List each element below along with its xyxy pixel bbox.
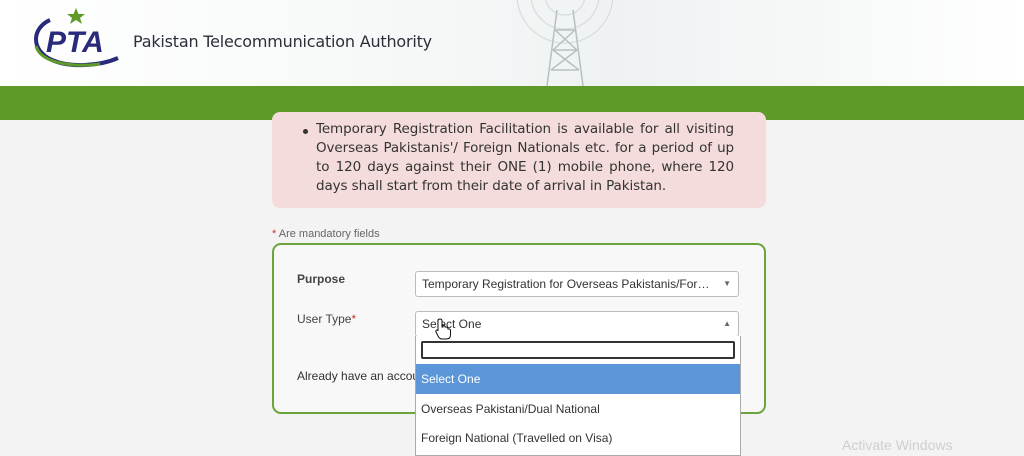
- notice-box: Temporary Registration Facilitation is a…: [272, 112, 766, 208]
- user-type-dropdown: Select One Overseas Pakistani/Dual Natio…: [415, 336, 741, 456]
- purpose-select[interactable]: Temporary Registration for Overseas Paki…: [415, 271, 739, 297]
- hand-pointer-icon: [435, 318, 451, 340]
- chevron-up-icon: ▲: [723, 319, 731, 328]
- dropdown-option-select-one[interactable]: Select One: [416, 364, 740, 394]
- chevron-down-icon: ▼: [723, 279, 731, 288]
- dropdown-option-overseas-pakistani[interactable]: Overseas Pakistani/Dual National: [416, 394, 740, 424]
- user-type-select[interactable]: Select One ▲: [415, 311, 739, 337]
- tower-graphic: [516, 0, 614, 86]
- os-activation-watermark: Activate Windows: [842, 437, 953, 453]
- user-type-label: User Type*: [297, 312, 356, 326]
- pta-logo: PTA: [34, 8, 119, 68]
- bullet-icon: [303, 129, 308, 134]
- user-type-label-text: User Type: [297, 312, 352, 326]
- existing-account-text: Already have an accou: [297, 369, 420, 383]
- mandatory-note-text: Are mandatory fields: [278, 228, 380, 240]
- notice-text: Temporary Registration Facilitation is a…: [316, 121, 734, 194]
- purpose-label: Purpose: [297, 272, 346, 286]
- dropdown-option-foreign-national[interactable]: Foreign National (Travelled on Visa): [416, 423, 740, 453]
- mandatory-note: * Are mandatory fields: [272, 228, 380, 240]
- purpose-select-value: Temporary Registration for Overseas Paki…: [422, 277, 724, 291]
- required-star: *: [351, 312, 357, 326]
- svg-text:PTA: PTA: [46, 26, 104, 59]
- site-header: PTA Pakistan Telecommunication Authority: [0, 0, 1024, 86]
- organization-name: Pakistan Telecommunication Authority: [133, 32, 432, 51]
- dropdown-search-input[interactable]: [421, 341, 735, 359]
- user-type-select-value: Select One: [422, 317, 482, 331]
- required-star: *: [272, 228, 277, 240]
